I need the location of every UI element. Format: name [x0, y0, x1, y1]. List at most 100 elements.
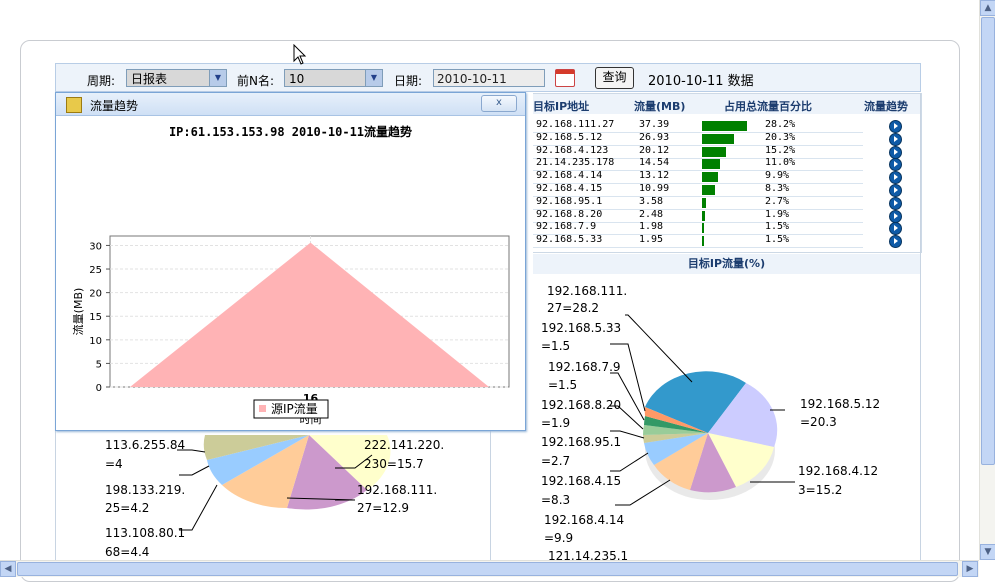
horizontal-scroll-thumb[interactable] — [17, 562, 958, 576]
cell-traffic: 14.54 — [639, 157, 670, 169]
chevron-down-icon[interactable]: ▼ — [365, 70, 382, 86]
vertical-scrollbar[interactable]: ▲ ▼ — [979, 0, 995, 560]
legend-label: 源IP流量 — [271, 402, 318, 416]
data-date-title: 2010-10-11 数据 — [648, 74, 754, 89]
y-tick-label: 10 — [89, 336, 102, 347]
cell-ip: 92.168.5.33 — [536, 234, 603, 246]
percent-bar — [702, 236, 705, 247]
pie-label: 230=15.7 — [364, 457, 424, 471]
percent-bar — [702, 210, 706, 221]
legend-swatch — [259, 405, 266, 412]
cell-percent: 20.3% — [765, 131, 796, 143]
divider — [55, 430, 56, 560]
pie-label: 192.168.8.20 — [541, 398, 621, 412]
pie-label: 192.168.5.12 — [800, 397, 880, 411]
scroll-down-icon[interactable]: ▼ — [980, 544, 995, 560]
pie-label: 68=4.4 — [105, 545, 149, 559]
pie-label: 3=15.2 — [798, 483, 842, 497]
col-percent: 占用总流量百分比 — [724, 100, 812, 113]
divider — [490, 430, 491, 560]
topn-value: 10 — [289, 72, 305, 86]
scroll-right-icon[interactable]: ▶ — [962, 561, 978, 577]
cell-ip: 92.168.8.20 — [536, 208, 603, 220]
trend-play-icon[interactable] — [889, 184, 902, 197]
pie-title: 目标IP流量(%) — [533, 254, 920, 274]
cell-traffic: 1.95 — [639, 234, 664, 246]
pie-label: =2.7 — [541, 454, 570, 468]
cell-percent: 1.5% — [765, 234, 790, 246]
chart-title: IP:61.153.153.98 2010-10-11流量趋势 — [168, 125, 413, 139]
percent-bar — [702, 223, 705, 234]
query-button[interactable]: 查询 — [595, 67, 634, 89]
popup-header[interactable]: 流量趋势 x — [56, 93, 525, 116]
divider — [920, 93, 921, 560]
col-traffic: 流量(MB) — [634, 100, 686, 113]
pie-label: 192.168.95.1 — [541, 435, 621, 449]
right-pie-chart: 192.168.111. 27=28.2 192.168.5.33 =1.5 1… — [541, 284, 880, 560]
date-label: 日期: — [394, 74, 423, 88]
pie-label: 113.108.80.1 — [105, 526, 185, 540]
pie-label: 222.141.220. — [364, 438, 444, 452]
close-button[interactable]: x — [481, 95, 517, 112]
y-tick-label: 0 — [96, 383, 102, 394]
pie-label: 192.168.111. — [357, 483, 437, 497]
pie-label: =1.5 — [541, 339, 570, 353]
cell-traffic: 1.98 — [639, 221, 664, 233]
pie-label: =8.3 — [541, 493, 570, 507]
pie-label: 27=12.9 — [357, 501, 409, 515]
scroll-left-icon[interactable]: ◀ — [0, 561, 16, 577]
cell-percent: 9.9% — [765, 170, 790, 182]
cell-ip: 92.168.4.15 — [536, 183, 603, 194]
percent-bar — [702, 146, 727, 157]
cell-ip: 92.168.95.1 — [536, 195, 603, 207]
percent-bar — [702, 185, 716, 195]
trend-play-icon[interactable] — [889, 196, 902, 210]
trend-play-icon[interactable] — [889, 209, 902, 223]
pie-label: 192.168.7.9 — [548, 360, 621, 374]
cell-traffic: 10.99 — [639, 183, 670, 194]
vertical-scroll-thumb[interactable] — [981, 17, 995, 465]
pie-label: 27=28.2 — [547, 301, 599, 315]
y-tick-label: 20 — [89, 289, 102, 300]
trend-play-icon[interactable] — [889, 145, 902, 159]
left-pie-chart: 113.6.255.84 =4 198.133.219. 25=4.2 113.… — [105, 435, 444, 559]
period-select[interactable]: 日报表 ▼ — [126, 69, 227, 87]
cell-ip: 92.168.4.14 — [536, 170, 603, 182]
pie-label: =4 — [105, 457, 123, 471]
date-input[interactable]: 2010-10-11 — [433, 69, 545, 87]
y-tick-label: 5 — [96, 359, 102, 370]
col-trend: 流量趋势 — [864, 100, 908, 113]
calendar-icon[interactable] — [555, 69, 575, 87]
cell-traffic: 20.12 — [639, 144, 670, 156]
cell-traffic: 26.93 — [639, 131, 670, 143]
col-ip: 目标IP地址 — [533, 100, 590, 113]
pie-label: 198.133.219. — [105, 483, 185, 497]
pie-label: 121.14.235.1 — [548, 549, 628, 560]
cell-percent: 11.0% — [765, 157, 796, 169]
pie-label: 25=4.2 — [105, 501, 149, 515]
query-toolbar: 周期: 日报表 ▼ 前N名: 10 ▼ 日期: 2010-10-11 查询 20… — [55, 63, 921, 92]
y-tick-label: 30 — [89, 241, 102, 252]
topn-select[interactable]: 10 ▼ — [284, 69, 383, 87]
percent-bar — [702, 159, 720, 170]
table-row: 92.168.5.33 1.95 1.5% — [533, 234, 863, 249]
trend-play-icon[interactable] — [889, 132, 902, 146]
pie-label: 113.6.255.84 — [105, 438, 185, 452]
trend-play-icon[interactable] — [889, 120, 902, 133]
cell-ip: 92.168.7.9 — [536, 221, 597, 233]
cell-percent: 8.3% — [765, 183, 790, 194]
pie-label: 192.168.111. — [547, 284, 627, 298]
chevron-down-icon[interactable]: ▼ — [209, 70, 226, 86]
percent-bar — [702, 172, 718, 183]
cell-traffic: 2.48 — [639, 208, 664, 220]
pie-label: =9.9 — [544, 531, 573, 545]
horizontal-scrollbar[interactable]: ◀ ▶ — [0, 560, 979, 577]
traffic-trend-popup: 流量趋势 x IP:61.153.153.98 2010-10-11流量趋势 0… — [55, 92, 526, 431]
pie-label: 192.168.4.12 — [798, 464, 878, 478]
popup-title: 流量趋势 — [90, 99, 139, 113]
cell-ip: 92.168.5.12 — [536, 131, 603, 143]
mouse-cursor-icon — [293, 44, 307, 65]
scroll-up-icon[interactable]: ▲ — [980, 0, 995, 16]
cell-traffic: 13.12 — [639, 170, 670, 182]
y-tick-label: 25 — [89, 265, 102, 276]
